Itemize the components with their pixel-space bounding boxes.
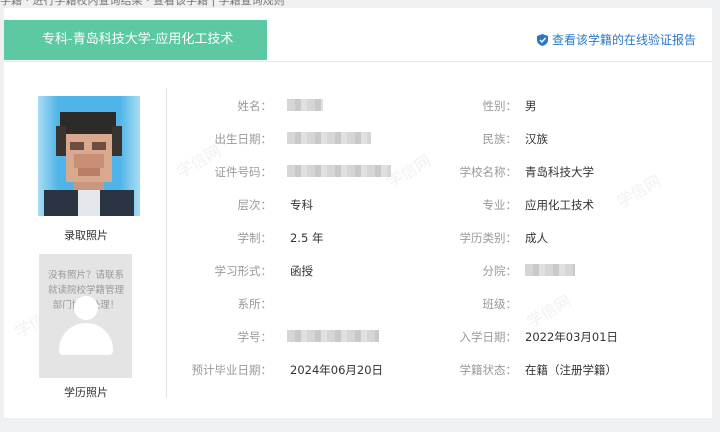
field-label-class: 班级： (482, 297, 518, 311)
verify-report-label: 查看该学籍的在线验证报告 (551, 33, 696, 47)
field-label-birthdate: 出生日期： (214, 132, 273, 146)
field-label-student-id: 学号： (237, 330, 273, 344)
field-label-expected-graduation: 预计毕业日期： (191, 363, 273, 377)
field-value-enrollment-date: 2022年03月01日 (525, 330, 619, 344)
admission-photo-label: 录取照片 (64, 229, 108, 242)
shield-check-icon (536, 33, 548, 46)
field-value-enrollment-status: 在籍（注册学籍） (525, 363, 617, 377)
program-tag: 专科-青岛科技大学-应用化工技术 (4, 20, 267, 60)
field-label-name: 姓名： (237, 99, 273, 113)
field-value-education-type: 成人 (525, 231, 548, 245)
field-label-duration: 学制： (237, 231, 273, 245)
redacted-birthdate (287, 132, 371, 144)
field-label-gender: 性别： (482, 99, 518, 113)
watermark: 学信网 (523, 291, 575, 332)
field-value-gender: 男 (525, 99, 537, 113)
field-label-level: 层次： (237, 198, 273, 212)
education-photo-label: 学历照片 (64, 386, 108, 399)
watermark: 学信网 (613, 171, 665, 212)
redacted-branch (525, 264, 575, 276)
field-label-branch: 分院： (482, 264, 518, 278)
top-breadcrumb-strip: 学籍 · 进行学籍校内查询结果 · 查看该学籍 | 学籍查询规则 (0, 0, 720, 8)
top-breadcrumb: 学籍 · 进行学籍校内查询结果 · 查看该学籍 | 学籍查询规则 (0, 0, 285, 7)
field-value-ethnicity: 汉族 (525, 132, 548, 146)
field-label-ethnicity: 民族： (482, 132, 518, 146)
admission-photo (38, 96, 140, 216)
field-value-study-mode: 函授 (290, 264, 313, 278)
field-value-major: 应用化工技术 (525, 198, 594, 212)
field-label-study-mode: 学习形式： (214, 264, 273, 278)
field-value-expected-graduation: 2024年06月20日 (290, 363, 384, 377)
student-record-card: 学信网 学信网 学信网 学信网 学信网 专科-青岛科技大学-应用化工技术 查看该… (4, 8, 712, 418)
verify-report-link[interactable]: 查看该学籍的在线验证报告 (536, 31, 696, 48)
field-label-id-number: 证件号码： (214, 165, 273, 179)
field-value-duration: 2.5 年 (290, 231, 324, 245)
field-label-enrollment-status: 学籍状态： (459, 363, 518, 377)
field-value-school: 青岛科技大学 (525, 165, 594, 179)
redacted-name (287, 99, 323, 111)
field-label-education-type: 学历类别： (459, 231, 518, 245)
card-header: 专科-青岛科技大学-应用化工技术 查看该学籍的在线验证报告 (4, 8, 712, 62)
field-value-level: 专科 (290, 198, 313, 212)
field-label-school: 学校名称： (459, 165, 518, 179)
field-label-major: 专业： (482, 198, 518, 212)
redacted-id-number (287, 165, 391, 177)
redacted-student-id (287, 330, 379, 342)
field-label-department: 系所： (237, 297, 273, 311)
field-label-enrollment-date: 入学日期： (459, 330, 518, 344)
